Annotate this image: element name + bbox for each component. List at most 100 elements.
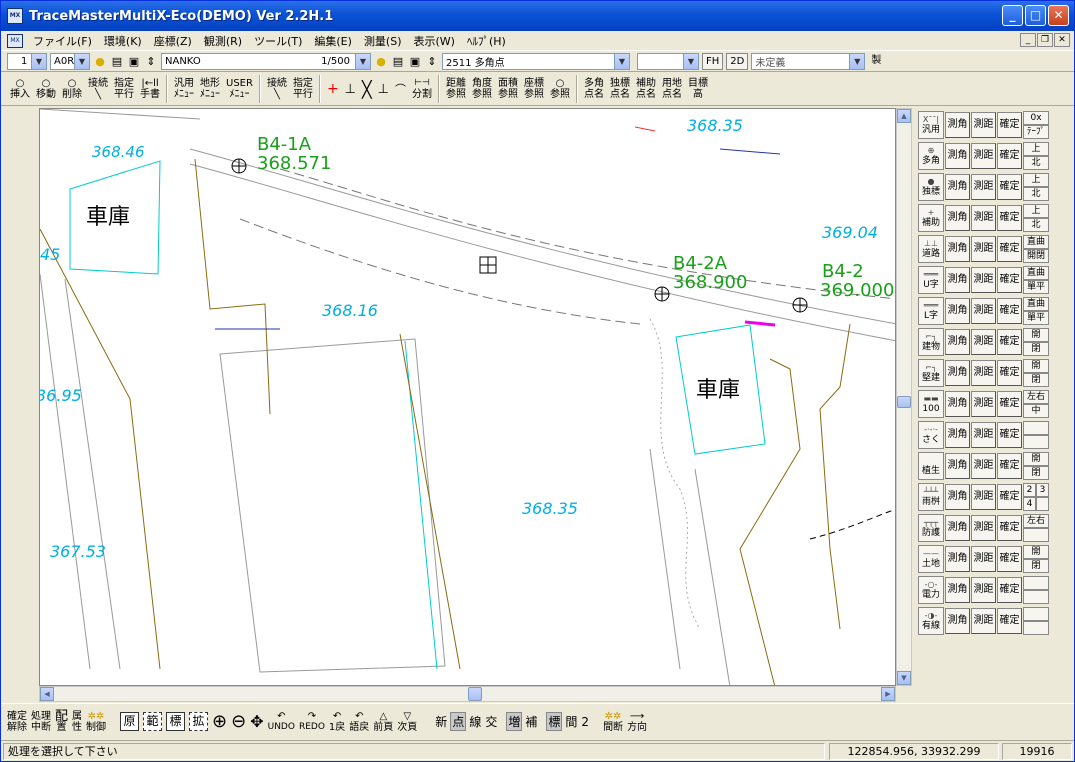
terrain-menu-button[interactable]: 地形 ﾒﾆｭｰ: [197, 74, 223, 104]
menu-survey[interactable]: 測量(S): [358, 33, 408, 49]
feature-type-button[interactable]: ⌐┐ 建物: [918, 328, 944, 356]
multi-point-name-button[interactable]: 多角 点名: [581, 74, 607, 104]
ref-area-button[interactable]: 面積 参照: [495, 74, 521, 104]
zoom-out-icon[interactable]: ⊖: [231, 711, 246, 732]
measure-angle-button[interactable]: 測角: [945, 546, 970, 572]
option-toggle[interactable]: [1023, 421, 1049, 435]
attribute-select[interactable]: 未定義 ▼: [751, 53, 866, 70]
scroll-down-icon[interactable]: ▼: [897, 671, 911, 685]
feature-type-button[interactable]: —— 土地: [918, 545, 944, 573]
menu-environment[interactable]: 環境(K): [98, 33, 148, 49]
option-toggle[interactable]: ﾃｰﾌﾟ: [1023, 125, 1049, 139]
option-toggle[interactable]: [1036, 497, 1049, 511]
feature-type-button[interactable]: ┴┴┴ 雨桝: [918, 483, 944, 511]
option-toggle[interactable]: 閉: [1023, 373, 1049, 387]
confirm-button[interactable]: 確定: [997, 143, 1022, 169]
measure-distance-button[interactable]: 測距: [971, 608, 996, 634]
measure-angle-button[interactable]: 測角: [945, 267, 970, 293]
option-toggle[interactable]: [1023, 621, 1049, 635]
measure-distance-button[interactable]: 測距: [971, 298, 996, 324]
option-toggle[interactable]: [1023, 576, 1049, 590]
option-toggle[interactable]: [1023, 590, 1049, 604]
option-toggle[interactable]: 直曲: [1023, 235, 1049, 249]
insert-button[interactable]: ○ 挿入: [7, 74, 33, 104]
measure-angle-button[interactable]: 測角: [945, 608, 970, 634]
confirm-button[interactable]: 確定: [997, 484, 1022, 510]
spec-parallel-button[interactable]: 指定 平行: [111, 74, 137, 104]
range-view-button[interactable]: 範: [143, 712, 163, 731]
feature-type-button[interactable]: ⌐┐ 堅建: [918, 359, 944, 387]
confirm-release-button[interactable]: 確定 解除: [5, 711, 29, 733]
option-toggle[interactable]: 開閉: [1023, 249, 1049, 263]
option-toggle[interactable]: [1023, 435, 1049, 449]
updown-icon[interactable]: ⇕: [144, 55, 158, 68]
mode-add[interactable]: 増: [506, 712, 523, 731]
control-button[interactable]: ✲✲ 制御: [84, 711, 108, 733]
feature-type-button[interactable]: ┬┬┬ 防護: [918, 514, 944, 542]
perpendicular-tool-button[interactable]: ⊥: [342, 74, 359, 104]
direction-button[interactable]: ⟶ 方向: [625, 711, 649, 733]
measure-angle-button[interactable]: 測角: [945, 422, 970, 448]
spec2-button[interactable]: 指定 平行: [290, 74, 316, 104]
split-button[interactable]: ⊢⊣ 分割: [409, 74, 435, 104]
measure-distance-button[interactable]: 測距: [971, 453, 996, 479]
scroll-up-icon[interactable]: ▲: [897, 109, 911, 123]
mdi-minimize-button[interactable]: _: [1020, 33, 1036, 47]
ref-angle-button[interactable]: 角度 参照: [469, 74, 495, 104]
menu-file[interactable]: ファイル(F): [27, 33, 98, 49]
mode-new[interactable]: 新: [434, 713, 448, 730]
offset-tool-button[interactable]: ⊥: [375, 74, 392, 104]
confirm-button[interactable]: 確定: [997, 267, 1022, 293]
lock-icon[interactable]: ▣: [127, 55, 141, 68]
feature-type-button[interactable]: X¯¯| 汎用: [918, 111, 944, 139]
feature-type-button[interactable]: -·-·- さく: [918, 421, 944, 449]
menu-view[interactable]: 表示(W): [408, 33, 461, 49]
measure-angle-button[interactable]: 測角: [945, 391, 970, 417]
measure-angle-button[interactable]: 測角: [945, 174, 970, 200]
measure-distance-button[interactable]: 測距: [971, 205, 996, 231]
arc-tool-button[interactable]: ⌒: [392, 74, 409, 104]
menu-edit[interactable]: 編集(E): [308, 33, 358, 49]
measure-distance-button[interactable]: 測距: [971, 422, 996, 448]
measure-angle-button[interactable]: 測角: [945, 577, 970, 603]
menu-tools[interactable]: ツール(T): [248, 33, 308, 49]
menu-help[interactable]: ﾍﾙﾌﾟ(H): [461, 33, 512, 49]
measure-angle-button[interactable]: 測角: [945, 329, 970, 355]
prev-page-button[interactable]: △ 前頁: [371, 711, 395, 733]
back-one-button[interactable]: ↶ 1戻: [327, 711, 347, 733]
original-view-button[interactable]: 原: [120, 712, 140, 731]
ref-point-button[interactable]: ○ 参照: [547, 74, 573, 104]
option-toggle[interactable]: 左右: [1023, 390, 1049, 404]
measure-distance-button[interactable]: 測距: [971, 236, 996, 262]
fh-button[interactable]: FH: [702, 53, 724, 70]
measure-distance-button[interactable]: 測距: [971, 515, 996, 541]
measure-distance-button[interactable]: 測距: [971, 360, 996, 386]
blank-select[interactable]: ▼: [637, 53, 699, 70]
cross-tool-button[interactable]: ╳: [359, 74, 375, 104]
confirm-button[interactable]: 確定: [997, 577, 1022, 603]
feature-type-button[interactable]: ▬▬ 100: [918, 390, 944, 418]
feature-type-button[interactable]: -○- 電力: [918, 576, 944, 604]
next-page-button[interactable]: ▽ 次頁: [395, 711, 419, 733]
bulb-icon[interactable]: ●: [93, 55, 107, 68]
option-toggle[interactable]: 中: [1023, 404, 1049, 418]
menu-observation[interactable]: 観測(R): [198, 33, 248, 49]
minimize-button[interactable]: _: [1002, 5, 1023, 26]
measure-angle-button[interactable]: 測角: [945, 298, 970, 324]
survey-drawing[interactable]: B4-1A 368.571 B4-2A 368.900 B4-2 369.000…: [40, 109, 896, 686]
measure-distance-button[interactable]: 測距: [971, 546, 996, 572]
printer-icon[interactable]: ▤: [110, 55, 124, 68]
maximize-button[interactable]: □: [1025, 5, 1046, 26]
feature-type-button[interactable]: ═══ U字: [918, 266, 944, 294]
option-toggle[interactable]: 2: [1023, 483, 1036, 497]
confirm-button[interactable]: 確定: [997, 546, 1022, 572]
option-toggle[interactable]: [1023, 528, 1049, 542]
mode-supplement[interactable]: 補: [524, 713, 538, 730]
option-toggle[interactable]: 單平: [1023, 280, 1049, 294]
option-toggle[interactable]: 閉: [1023, 342, 1049, 356]
vertical-scrollbar[interactable]: ▲ ▼: [896, 108, 912, 686]
option-toggle[interactable]: 上: [1023, 204, 1049, 218]
2d-button[interactable]: 2D: [726, 53, 749, 70]
handwrite-button[interactable]: |←ll 手書: [137, 74, 163, 104]
measure-distance-button[interactable]: 測距: [971, 112, 996, 138]
